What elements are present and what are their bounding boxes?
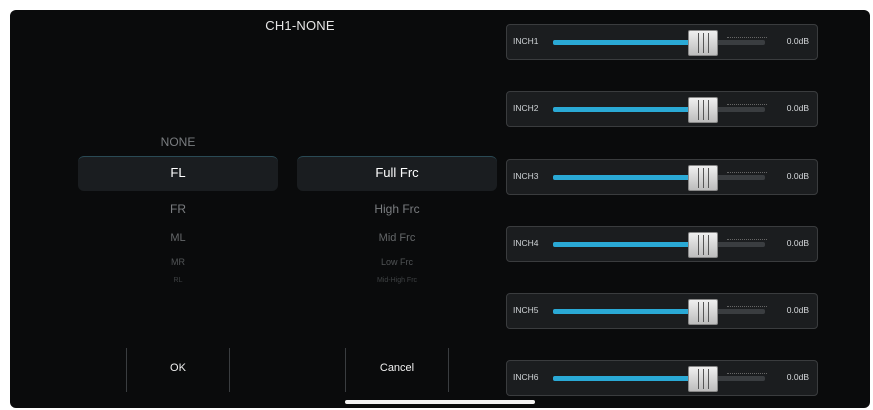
picker-option[interactable]: High Frc [297,202,497,216]
picker-option[interactable]: ML [78,232,278,244]
channel-gain-value: 0.0dB [786,372,809,382]
picker-option[interactable]: Mid Frc [297,232,497,244]
picker-option[interactable]: NONE [78,135,278,149]
picker-option[interactable]: Low Frc [297,257,497,267]
gain-slider-knob[interactable] [687,366,718,392]
knob-grip-line [707,100,709,120]
slider-ticks [727,373,767,384]
channel-gain-value: 0.0dB [786,103,809,113]
gain-slider-knob[interactable] [687,299,718,325]
slider-ticks [727,306,767,317]
gain-slider-fill [553,242,691,247]
picker-option[interactable]: FR [78,202,278,216]
slider-ticks [727,172,767,183]
channel-gain-value: 0.0dB [786,171,809,181]
home-indicator [345,400,535,404]
picker-option[interactable]: RL [78,277,278,284]
knob-grip-line [697,235,699,255]
channel-row: INCH2 0.0dB [506,91,818,127]
gain-slider-fill [553,309,691,314]
knob-grip-line [702,235,704,255]
knob-grip-line [697,168,699,188]
ok-label: OK [170,362,186,374]
gain-slider-knob[interactable] [687,232,718,258]
gain-slider-fill [553,175,691,180]
knob-grip-line [707,168,709,188]
knob-grip-line [697,33,699,53]
channel-row: INCH6 0.0dB [506,360,818,396]
gain-slider-fill [553,376,691,381]
channel-gain-value: 0.0dB [786,305,809,315]
channel-gain-value: 0.0dB [786,238,809,248]
slider-ticks [727,239,767,250]
gain-slider-knob[interactable] [687,97,718,123]
knob-grip-line [702,33,704,53]
knob-grip-line [697,302,699,322]
channel-name: INCH6 [513,372,539,382]
knob-grip-line [707,369,709,389]
gain-slider-fill [553,40,691,45]
frequency-picker[interactable]: Full Frc High Frc Mid Frc Low Frc Mid-Hi… [297,120,497,320]
knob-grip-line [702,100,704,120]
knob-grip-line [702,302,704,322]
app-screen: CH1-NONE NONE FL FR ML MR RL Full Frc Hi… [10,10,870,408]
channel-name: INCH5 [513,305,539,315]
knob-grip-line [707,235,709,255]
channel-row: INCH5 0.0dB [506,293,818,329]
knob-grip-line [707,33,709,53]
knob-grip-line [697,369,699,389]
channel-name: INCH4 [513,238,539,248]
channel-picker[interactable]: NONE FL FR ML MR RL [78,120,278,320]
picker-option-selected[interactable]: Full Frc [297,165,497,180]
knob-grip-line [707,302,709,322]
gain-slider-fill [553,107,691,112]
knob-grip-line [702,369,704,389]
dialog-title: CH1-NONE [265,18,335,33]
channel-row: INCH3 0.0dB [506,159,818,195]
channel-row: INCH1 0.0dB [506,24,818,60]
channel-name: INCH1 [513,36,539,46]
channel-name: INCH2 [513,103,539,113]
channel-row: INCH4 0.0dB [506,226,818,262]
divider [229,348,230,392]
divider [448,348,449,392]
knob-grip-line [697,100,699,120]
slider-ticks [727,37,767,48]
channel-name: INCH3 [513,171,539,181]
slider-ticks [727,104,767,115]
picker-option[interactable]: Mid-High Frc [297,277,497,284]
cancel-button[interactable]: Cancel [345,348,449,392]
gain-slider-knob[interactable] [687,30,718,56]
knob-grip-line [702,168,704,188]
ok-button[interactable]: OK [126,348,230,392]
channel-gain-value: 0.0dB [786,36,809,46]
picker-option-selected[interactable]: FL [78,165,278,180]
gain-slider-knob[interactable] [687,165,718,191]
cancel-label: Cancel [379,362,415,374]
picker-option[interactable]: MR [78,257,278,267]
